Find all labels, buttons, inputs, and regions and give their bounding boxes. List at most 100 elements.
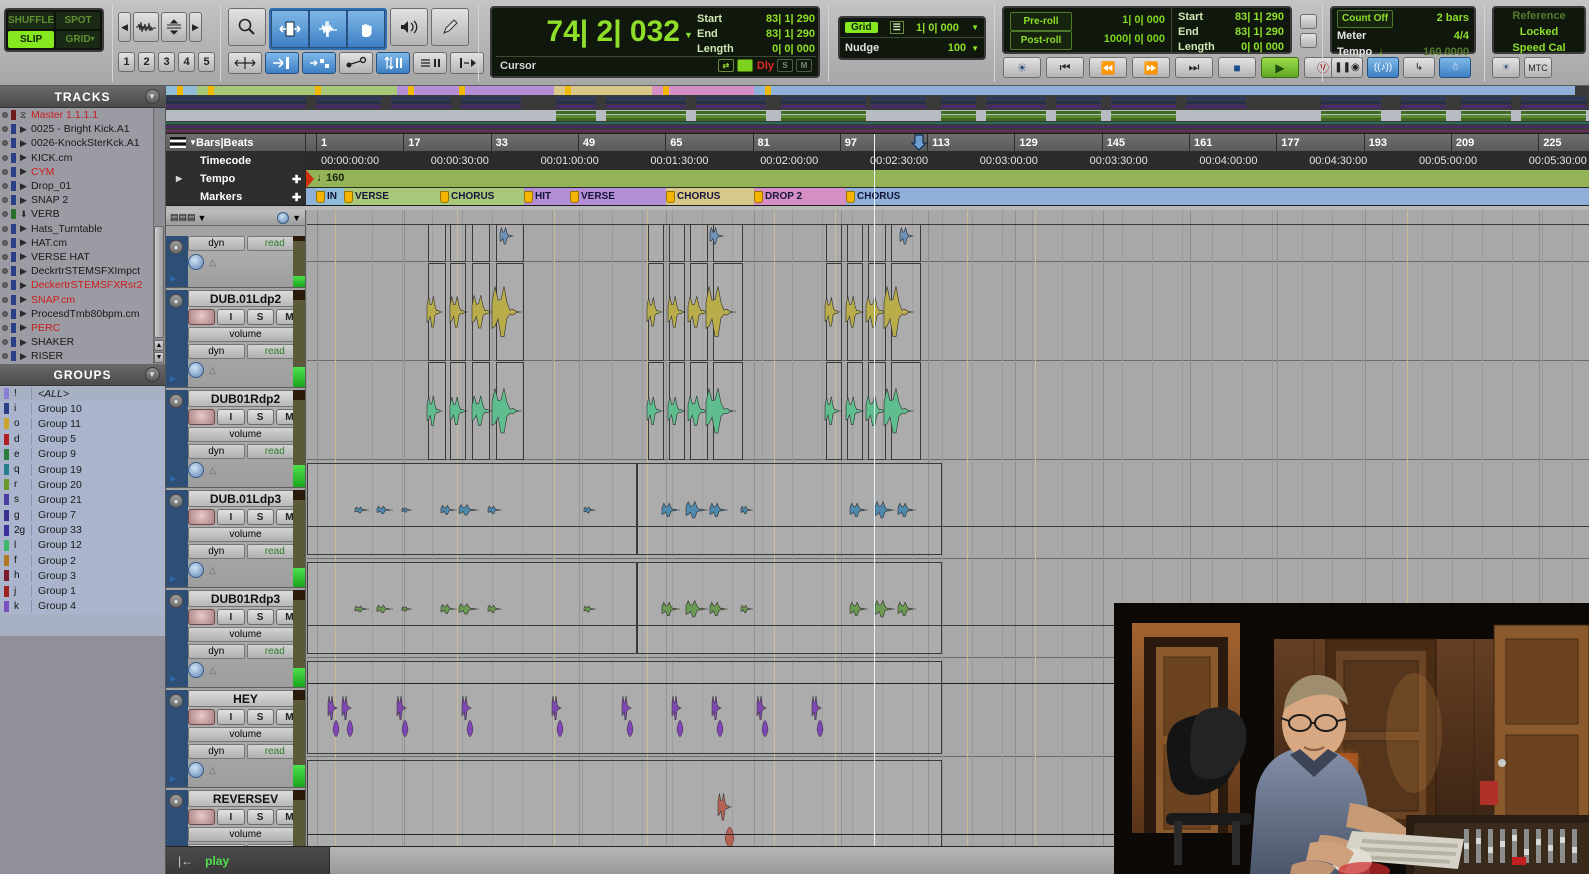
wait-for-note-button[interactable]: ❚❚◉ [1331, 57, 1363, 78]
automation-safe-icon[interactable] [188, 462, 204, 478]
track-show-hide-dot[interactable] [2, 112, 8, 118]
track-view-selector[interactable]: volume▼ [188, 427, 303, 442]
edit-mode-spot[interactable]: SPOT [56, 12, 100, 29]
solo-button[interactable]: S [247, 709, 274, 725]
track-list-item[interactable]: ▶0026-KnockSterKck.A1 [0, 136, 165, 150]
edit-mode-shuffle[interactable]: SHUFFLE [8, 12, 54, 29]
zoom-in-button[interactable]: ▶ [189, 12, 202, 42]
audio-clip[interactable] [648, 224, 664, 262]
automation-safe-icon[interactable] [188, 362, 204, 378]
input-monitor-button[interactable]: I [217, 809, 244, 825]
audio-clip[interactable] [450, 263, 466, 361]
groups-menu-icon[interactable]: ▼ [145, 367, 160, 382]
track-name-field[interactable]: HEY▼ [188, 690, 303, 707]
audio-clip[interactable] [713, 362, 743, 460]
audio-clip[interactable] [847, 362, 863, 460]
tempo-add-icon[interactable]: ✚ [292, 173, 301, 186]
audio-clip[interactable] [826, 263, 842, 361]
track-show-hide-dot[interactable] [2, 254, 8, 260]
track-name-field[interactable]: DUB.01Ldp3▼ [188, 490, 303, 507]
track-list-item[interactable]: ▶SNAP 2 [0, 193, 165, 207]
track-show-hide-dot[interactable] [2, 325, 8, 331]
track-show-hide-dot[interactable] [2, 183, 8, 189]
track-view-selector[interactable]: volume▼ [188, 727, 303, 742]
track-header[interactable]: ●▶DUB01Rdp2▼ISMvolume▼dynread▼△ [166, 390, 305, 488]
zoom-preset-4[interactable]: 4 [178, 52, 195, 72]
rewind-button[interactable]: ⏪ [1089, 57, 1127, 78]
track-view-selector[interactable]: volume▼ [188, 527, 303, 542]
selection-start-value[interactable]: 83| 1| 290 [766, 12, 815, 27]
ruler-bars-beats-row[interactable]: ▼ Bars|Beats 117334965819711312914516117… [166, 134, 1589, 152]
main-counter-display[interactable]: 74| 2| 032 ▼ Start83| 1| 290 End83| 1| 2… [490, 6, 820, 78]
track-show-hide-dot[interactable] [2, 282, 8, 288]
marker-flag[interactable]: VERSE [570, 189, 615, 204]
track-show-hide-dot[interactable] [2, 211, 8, 217]
metronome-button[interactable]: ((♪)) [1367, 57, 1399, 78]
automation-safe-icon[interactable] [188, 762, 204, 778]
edit-mode-grid[interactable]: GRID ▼ [56, 31, 100, 48]
track-collapse-icon[interactable]: ● [169, 694, 183, 708]
playhead-marker-icon[interactable] [911, 134, 927, 151]
group-list-item[interactable]: eGroup 9 [0, 447, 165, 462]
audio-clip[interactable] [307, 661, 942, 754]
return-to-zero-button[interactable]: ⏮ [1046, 57, 1084, 78]
audio-clip[interactable] [847, 263, 863, 361]
trim-tool-icon[interactable] [271, 10, 309, 48]
ruler-markers-row[interactable]: Markers ✚ INVERSECHORUSHITVERSECHORUSDRO… [166, 188, 1589, 206]
audio-clip[interactable] [307, 562, 637, 654]
audio-clip[interactable] [868, 362, 886, 460]
track-collapse-icon[interactable]: ● [169, 594, 183, 608]
track-show-hide-dot[interactable] [2, 268, 8, 274]
grid-label[interactable]: Grid [845, 22, 878, 33]
track-list-item[interactable]: ▶0025 - Bright Kick.A1 [0, 122, 165, 136]
tracks-menu-icon[interactable]: ▼ [145, 89, 160, 104]
audio-clip[interactable] [669, 362, 685, 460]
track-view-selector[interactable]: volume▼ [188, 827, 303, 842]
track-list-item[interactable]: ▶SNAP.cm [0, 292, 165, 306]
track-show-hide-dot[interactable] [2, 140, 8, 146]
zoom-preset-1[interactable]: 1 [118, 52, 135, 72]
audio-clip[interactable] [713, 224, 743, 262]
audio-clip[interactable] [637, 463, 942, 555]
track-height-chevron-icon[interactable]: ▼ [292, 213, 301, 223]
track-header[interactable]: ●▶DUB.01Ldp2▼ISMvolume▼dynread▼△ [166, 290, 305, 388]
audio-clip[interactable] [891, 263, 921, 361]
track-list-item[interactable]: ▶VERSE HAT [0, 250, 165, 264]
audio-clip[interactable] [648, 263, 664, 361]
automation-safe-icon[interactable] [188, 662, 204, 678]
automation-safe-icon[interactable] [188, 254, 204, 270]
expand-transport-button-2[interactable] [1300, 33, 1317, 48]
track-list-item[interactable]: ▶PERC [0, 321, 165, 335]
audio-clip[interactable] [690, 224, 708, 262]
edit-marker-icon[interactable] [737, 59, 753, 72]
track-list-item[interactable]: ▶DeckertrSTEMSFXRsr2 [0, 278, 165, 292]
mirrored-midi-editing-icon[interactable] [376, 52, 410, 74]
audio-clip[interactable] [428, 224, 446, 262]
audio-clip[interactable] [826, 224, 842, 262]
track-name-field[interactable]: DUB01Rdp3▼ [188, 590, 303, 607]
meter-value[interactable]: 4/4 [1454, 28, 1469, 44]
tracks-scrollbar[interactable]: ▲ ▼ [153, 108, 165, 364]
track-list-item[interactable]: ⬇VERB [0, 207, 165, 221]
track-list-item[interactable]: ▶ProcesdTmb80bpm.cm [0, 307, 165, 321]
zoom-tracks-button[interactable] [161, 12, 187, 42]
audio-clip[interactable] [891, 362, 921, 460]
automation-safe-icon[interactable] [188, 562, 204, 578]
edit-mode-selector[interactable]: SHUFFLE SPOT SLIP GRID ▼ [4, 8, 104, 52]
return-to-start-icon[interactable]: |← [166, 854, 205, 868]
track-view-selector[interactable]: volume▼ [188, 627, 303, 642]
audio-clip[interactable] [868, 224, 886, 262]
track-name-field[interactable]: DUB01Rdp2▼ [188, 390, 303, 407]
audio-clip[interactable] [868, 263, 886, 361]
online-button[interactable]: ☀ [1003, 57, 1041, 78]
track-show-hide-dot[interactable] [2, 240, 8, 246]
pencil-tool-icon[interactable] [431, 8, 469, 46]
scroll-down-icon[interactable]: ▼ [154, 352, 164, 363]
track-list-item[interactable]: ▶Hats_Turntable [0, 222, 165, 236]
main-counter-value[interactable]: 74| 2| 032 [500, 12, 680, 52]
group-list-item[interactable]: !<ALL> [0, 386, 165, 401]
audio-clip[interactable] [826, 362, 842, 460]
track-view-selector[interactable]: volume▼ [188, 327, 303, 342]
audio-clip[interactable] [637, 562, 942, 654]
track-show-hide-dot[interactable] [2, 155, 8, 161]
